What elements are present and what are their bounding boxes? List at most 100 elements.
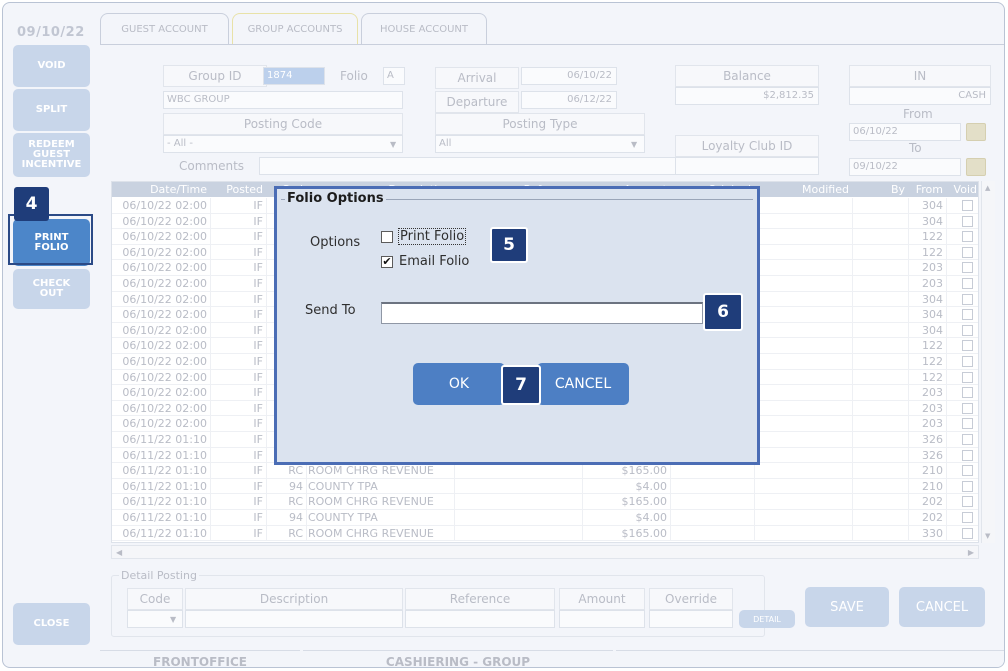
column-separator (210, 354, 211, 369)
void-checkbox[interactable] (962, 371, 973, 383)
from-date-field[interactable]: 06/10/22 (849, 123, 961, 141)
void-checkbox[interactable] (962, 215, 973, 227)
column-separator (266, 494, 267, 509)
override-field[interactable] (649, 610, 733, 628)
group-id-field[interactable]: 1874 (263, 67, 325, 85)
column-separator (210, 478, 211, 494)
void-checkbox[interactable] (962, 340, 973, 352)
amount-label: Amount (559, 588, 645, 610)
redeem-guest-incentive-button[interactable]: REDEEM GUEST INCENTIVE (13, 133, 90, 177)
email-folio-option-label[interactable]: Email Folio (399, 254, 469, 269)
void-checkbox[interactable] (962, 200, 973, 211)
void-checkbox[interactable] (962, 231, 973, 243)
folio-field[interactable]: A (383, 67, 405, 85)
void-checkbox[interactable] (962, 465, 973, 477)
table-row[interactable]: 06/11/22 01:10 IF 94 COUNTY TPA $4.00 210 (112, 478, 978, 495)
cell-code: RC (288, 495, 303, 509)
cell-from: 304 (922, 308, 943, 322)
tab-house-account[interactable]: HOUSE ACCOUNT (361, 13, 487, 45)
column-separator (670, 525, 671, 541)
table-vertical-scrollbar[interactable]: ▲ ▼ (981, 181, 995, 543)
split-button[interactable]: SPLIT (13, 89, 90, 131)
void-checkbox[interactable] (962, 356, 973, 367)
arrival-field[interactable]: 06/10/22 (521, 67, 617, 85)
cell-from: 122 (922, 230, 943, 244)
void-checkbox[interactable] (962, 387, 973, 399)
print-folio-option-label[interactable]: Print Folio (398, 228, 467, 245)
reference-field[interactable] (405, 610, 555, 628)
email-folio-checkbox[interactable]: ✔ (381, 256, 393, 268)
col-datetime[interactable]: Date/Time (112, 182, 210, 197)
cell-from: 330 (922, 526, 943, 540)
cell-from: 203 (922, 417, 943, 431)
table-horizontal-scrollbar[interactable]: ◀ ▶ (111, 545, 979, 559)
table-row[interactable]: 06/11/22 01:10 IF RC ROOM CHRG REVENUE $165.… (112, 525, 978, 542)
scroll-up-icon[interactable]: ▲ (985, 184, 990, 192)
void-checkbox[interactable] (962, 278, 973, 289)
scroll-right-icon[interactable]: ▶ (968, 548, 974, 557)
void-checkbox[interactable] (962, 434, 973, 445)
void-checkbox[interactable] (962, 527, 973, 539)
cell-posted: IF (253, 308, 263, 322)
ok-button[interactable]: OK (413, 363, 505, 405)
void-checkbox[interactable] (962, 293, 973, 305)
void-checkbox[interactable] (962, 449, 973, 461)
close-button[interactable]: CLOSE (13, 603, 90, 645)
void-checkbox[interactable] (962, 324, 973, 336)
description-field[interactable] (185, 610, 403, 628)
column-separator (266, 322, 267, 338)
column-separator (754, 478, 755, 494)
col-modified[interactable]: Modified (754, 182, 852, 197)
column-separator (210, 291, 211, 307)
comments-field[interactable] (259, 157, 679, 175)
calendar-icon[interactable] (966, 123, 986, 141)
calendar-icon[interactable] (966, 158, 986, 176)
void-checkbox[interactable] (962, 246, 973, 258)
cell-datetime: 06/11/22 01:10 (122, 511, 207, 524)
void-checkbox[interactable] (962, 309, 973, 321)
detail-button[interactable]: DETAIL (739, 610, 795, 628)
table-row[interactable]: 06/11/22 01:10 IF RC ROOM CHRG REVENUE $165.… (112, 463, 978, 479)
cell-datetime: 06/10/22 02:00 (122, 386, 207, 400)
cell-posted: IF (253, 433, 263, 446)
col-void[interactable]: Void (946, 182, 978, 197)
print-folio-checkbox[interactable] (381, 231, 393, 243)
check-out-button[interactable]: CHECK OUT (13, 269, 90, 309)
tab-group-accounts[interactable]: GROUP ACCOUNTS (232, 13, 358, 45)
column-separator (306, 463, 307, 478)
column-separator (946, 260, 947, 275)
table-row[interactable]: 06/11/22 01:10 IF 94 COUNTY TPA $4.00 202 (112, 510, 978, 526)
table-row[interactable]: 06/11/22 01:10 IF RC ROOM CHRG REVENUE $165.… (112, 494, 978, 510)
posting-type-select[interactable]: All (435, 135, 645, 153)
cell-posted: IF (253, 355, 263, 368)
cell-posted: IF (253, 511, 263, 524)
column-separator (210, 385, 211, 400)
to-date-field[interactable]: 09/10/22 (849, 158, 961, 176)
void-checkbox[interactable] (962, 496, 973, 508)
void-button[interactable]: VOID (13, 45, 90, 87)
description-label: Description (185, 588, 403, 610)
col-from[interactable]: From (908, 182, 946, 197)
scroll-down-icon[interactable]: ▼ (985, 532, 990, 540)
void-checkbox[interactable] (962, 512, 973, 523)
column-separator (946, 478, 947, 494)
amount-field[interactable] (559, 610, 645, 628)
tab-guest-account[interactable]: GUEST ACCOUNT (100, 13, 229, 45)
dialog-cancel-button[interactable]: CANCEL (537, 363, 629, 405)
scroll-left-icon[interactable]: ◀ (116, 548, 122, 557)
void-checkbox[interactable] (962, 418, 973, 430)
column-separator (754, 525, 755, 541)
col-posted[interactable]: Posted (210, 182, 266, 197)
void-checkbox[interactable] (962, 480, 973, 492)
cancel-button[interactable]: CANCEL (899, 587, 985, 627)
send-to-input[interactable] (381, 302, 703, 324)
column-separator (266, 385, 267, 400)
departure-field[interactable]: 06/12/22 (521, 91, 617, 109)
void-checkbox[interactable] (962, 402, 973, 414)
posting-code-select[interactable]: - All - (163, 135, 403, 153)
void-checkbox[interactable] (962, 262, 973, 274)
save-button[interactable]: SAVE (805, 587, 889, 627)
cell-datetime: 06/11/22 01:10 (122, 433, 207, 446)
loyalty-club-field[interactable] (675, 157, 819, 175)
col-by[interactable]: By (852, 182, 908, 197)
